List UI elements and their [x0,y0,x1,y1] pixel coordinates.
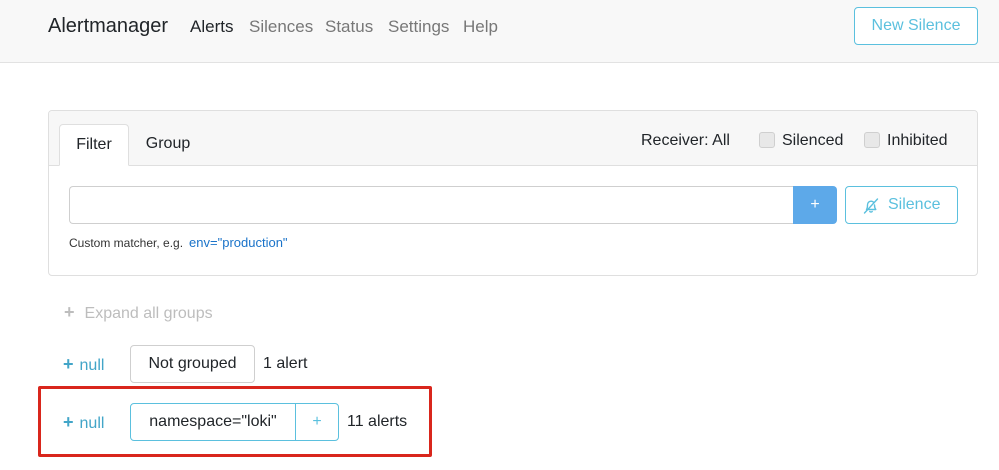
new-silence-button[interactable]: New Silence [854,7,978,45]
tab-filter[interactable]: Filter [59,124,129,166]
matcher-input[interactable] [69,186,793,224]
nav-settings[interactable]: Settings [388,17,449,37]
expand-all-label: Expand all groups [84,305,213,322]
nav-status[interactable]: Status [325,17,373,37]
inhibited-checkbox[interactable] [864,132,880,148]
nav-silences[interactable]: Silences [249,17,313,37]
top-navbar: Alertmanager Alerts Silences Status Sett… [0,0,999,63]
expand-plus-icon: + [64,302,75,322]
brand-logo[interactable]: Alertmanager [48,15,168,38]
highlight-box [38,386,432,457]
silenced-label[interactable]: Silenced [782,132,843,150]
help-text: Custom matcher, e.g. [69,236,184,250]
expand-all-groups[interactable]: + Expand all groups [64,302,213,323]
group-toggle-label: null [79,357,105,374]
expand-plus-icon: + [63,354,74,374]
bell-slash-icon [863,198,879,214]
group-toggle[interactable]: + null [63,354,104,375]
matcher-help: Custom matcher, e.g. env="production" [69,235,288,250]
group-label-not-grouped: Not grouped [130,345,255,383]
silence-button-label: Silence [888,196,941,213]
nav-alerts[interactable]: Alerts [190,17,233,37]
tab-group[interactable]: Group [133,124,203,166]
filter-card: Filter Group Receiver: All Silenced Inhi… [48,110,978,276]
filter-card-header: Filter Group Receiver: All Silenced Inhi… [49,111,977,166]
receiver-selector[interactable]: Receiver: All [641,132,730,150]
silence-button[interactable]: Silence [845,186,958,224]
inhibited-label[interactable]: Inhibited [887,132,948,150]
nav-help[interactable]: Help [463,17,498,37]
help-example-link[interactable]: env="production" [189,235,288,250]
add-matcher-button[interactable]: + [793,186,837,224]
alert-count: 1 alert [263,355,308,372]
silenced-checkbox[interactable] [759,132,775,148]
